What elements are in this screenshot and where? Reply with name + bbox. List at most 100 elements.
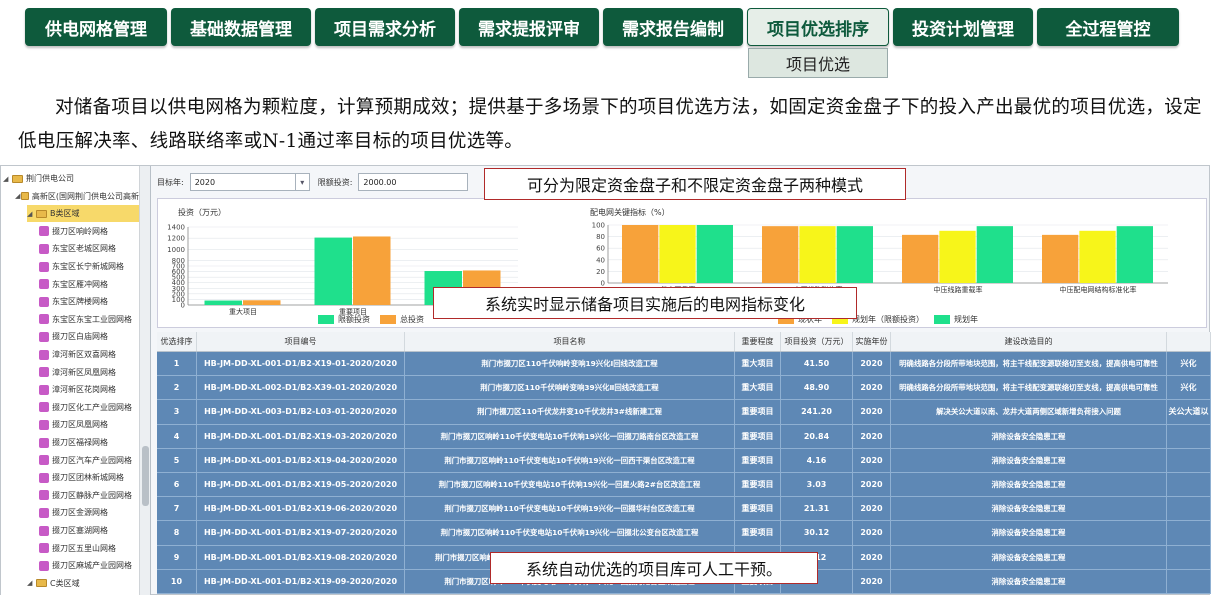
tree-node[interactable]: 掇刀区汽车产业园网格	[39, 452, 139, 469]
tree-node-label: 掇刀区化工产业园网格	[52, 402, 132, 412]
tree-node[interactable]: ◢ B类区域	[27, 205, 139, 223]
table-row[interactable]: 4 HB-JM-DD-XL-001-D1/B2-X19-03-2020/2020 荆…	[157, 424, 1211, 449]
tree-node[interactable]: 掇刀区麻城产业园网格	[39, 557, 139, 574]
tree-node[interactable]: 掇刀区金源网格	[39, 504, 139, 521]
table-cell: 3	[157, 400, 197, 424]
tree-node[interactable]: 漳河新区花岗网格	[39, 381, 139, 398]
bar[interactable]	[939, 230, 976, 283]
grid-icon	[39, 331, 49, 342]
table-row[interactable]: 6 HB-JM-DD-XL-001-D1/B2-X19-05-2020/2020 荆…	[157, 472, 1211, 498]
table-row[interactable]: 2 HB-JM-DD-XL-002-D1/B2-X39-01-2020/2020 荆…	[157, 376, 1211, 401]
table-row[interactable]: 3 HB-JM-DD-XL-003-D1/B2-L03-01-2020/2020 荆…	[157, 400, 1211, 425]
tree-scrollbar-thumb[interactable]	[142, 446, 149, 506]
column-header[interactable]: 项目名称	[405, 332, 735, 351]
tree-node-label: B类区域	[50, 209, 80, 219]
legend-label[interactable]: 规划年	[954, 314, 978, 325]
tree-node[interactable]: 掇刀区静脉产业园网格	[39, 487, 139, 504]
tree-scrollbar[interactable]	[139, 166, 150, 595]
year-select[interactable]: 2020 ▾	[189, 173, 310, 191]
column-header[interactable]: 建设改造目的	[891, 332, 1167, 351]
legend-label[interactable]: 规划年（限额投资）	[852, 314, 924, 325]
bar[interactable]	[799, 226, 836, 283]
tree-node[interactable]: 东宝区牌楼网格	[39, 293, 139, 310]
bar[interactable]	[659, 225, 696, 283]
x-tick-label: 中压线路重载率	[934, 285, 983, 294]
expand-triangle-icon[interactable]: ◢	[27, 210, 36, 218]
table-cell: 2020	[853, 569, 891, 593]
column-header[interactable]: 实施年份	[853, 332, 891, 351]
tree-node[interactable]: 东宝区东宝工业园网格	[39, 311, 139, 328]
tree-node[interactable]: 漳河新区双喜网格	[39, 346, 139, 363]
nav-tab-3[interactable]: 需求提报评审	[459, 8, 599, 46]
grid-icon	[39, 472, 49, 483]
nav-tab-2[interactable]: 项目需求分析	[315, 8, 455, 46]
nav-tab-0[interactable]: 供电网格管理	[25, 8, 167, 46]
year-label: 目标年:	[157, 177, 184, 187]
expand-triangle-icon[interactable]: ◢	[3, 175, 12, 183]
tree-node[interactable]: 掇刀区塞湖网格	[39, 522, 139, 539]
bar[interactable]	[902, 234, 939, 283]
tree-node[interactable]: 掇刀区白庙网格	[39, 328, 139, 345]
legend-label[interactable]: 限额投资	[338, 314, 370, 325]
tree-node[interactable]: ◢ 荆门供电公司	[3, 170, 139, 187]
tree-node[interactable]: 东宝区长宁新城网格	[39, 258, 139, 275]
column-header[interactable]: 项目编号	[197, 332, 405, 351]
table-row[interactable]: 8 HB-JM-DD-XL-001-D1/B2-X19-07-2020/2020 荆…	[157, 521, 1211, 546]
tree-node[interactable]: 掇刀区五里山网格	[39, 540, 139, 557]
table-cell: 消除设备安全隐患工程	[891, 424, 1167, 448]
top-nav: 供电网格管理 基础数据管理 项目需求分析 需求提报评审 需求报告编制 项目优选排序 投资计划…	[25, 8, 1183, 46]
chevron-down-icon[interactable]: ▾	[294, 174, 309, 190]
table-row[interactable]: 1 HB-JM-DD-XL-001-D1/B2-X19-01-2020/2020 荆…	[157, 352, 1211, 377]
year-value: 2020	[194, 177, 216, 187]
column-header[interactable]: 优选排序	[157, 332, 197, 351]
legend-swatch[interactable]	[934, 315, 950, 324]
table-cell: 荆门市掇刀区110千伏响岭变响19兴化Ⅰ回线改造工程	[405, 352, 735, 376]
invest-value: 2000.00	[363, 177, 397, 187]
grid-icon	[39, 261, 49, 272]
nav-tab-1[interactable]: 基础数据管理	[171, 8, 311, 46]
bar[interactable]	[976, 226, 1013, 283]
tree-node[interactable]: 掇刀区福禄网格	[39, 434, 139, 451]
column-header[interactable]: 项目投资（万元）	[781, 332, 853, 351]
expand-triangle-icon[interactable]: ◢	[27, 579, 36, 587]
table-row[interactable]: 7 HB-JM-DD-XL-001-D1/B2-X19-06-2020/2020 荆…	[157, 497, 1211, 522]
bar[interactable]	[1042, 234, 1079, 283]
y-tick-label: 20	[596, 268, 605, 276]
grid-icon	[39, 349, 49, 360]
bar[interactable]	[836, 226, 873, 283]
tree-node[interactable]: 漳河新区凤凰网格	[39, 364, 139, 381]
submenu-item-project-select[interactable]: 项目优选	[748, 48, 888, 78]
tree-node[interactable]: ◢ C类区域	[27, 575, 139, 592]
tree-node[interactable]: 掇刀区化工产业园网格	[39, 399, 139, 416]
nav-tab-7[interactable]: 全过程管控	[1037, 8, 1179, 46]
tree-node[interactable]: 东宝区雁冲网格	[39, 276, 139, 293]
bar[interactable]	[622, 225, 659, 283]
legend-swatch[interactable]	[318, 315, 334, 324]
callout-indicator-change: 系统实时显示储备项目实施后的电网指标变化	[433, 287, 857, 319]
column-header[interactable]	[1167, 332, 1211, 351]
tree-node[interactable]: 掇刀区凤凰网格	[39, 416, 139, 433]
bar[interactable]	[696, 225, 733, 283]
nav-tab-5[interactable]: 项目优选排序	[747, 8, 889, 46]
nav-tab-4[interactable]: 需求报告编制	[603, 8, 743, 46]
tree-node[interactable]: 掇刀区团林新城网格	[39, 469, 139, 486]
bar[interactable]	[1079, 230, 1116, 283]
tree-node[interactable]: ◢ 高新区(国网荆门供电公司高新	[15, 188, 139, 205]
bar[interactable]	[353, 236, 391, 305]
bar[interactable]	[1116, 226, 1153, 283]
folder-icon	[36, 579, 47, 588]
bar[interactable]	[314, 237, 353, 305]
bar[interactable]	[243, 300, 281, 305]
nav-tab-6[interactable]: 投资计划管理	[893, 8, 1033, 46]
invest-input[interactable]: 2000.00	[358, 173, 469, 191]
column-header[interactable]: 重要程度	[735, 332, 781, 351]
table-row[interactable]: 5 HB-JM-DD-XL-001-D1/B2-X19-04-2020/2020 荆…	[157, 448, 1211, 473]
grid-tree: ◢ 荆门供电公司 ◢ 高新区(国网荆门供电公司高新 ◢ B类区域 掇刀区响岭网格 东宝区老城区…	[1, 166, 151, 595]
legend-swatch[interactable]	[380, 315, 396, 324]
bar[interactable]	[204, 300, 243, 305]
bar[interactable]	[762, 226, 799, 283]
tree-node[interactable]: 掇刀区响岭网格	[39, 223, 139, 240]
x-tick-label: 重大项目	[229, 307, 257, 316]
tree-node[interactable]: 东宝区老城区网格	[39, 240, 139, 257]
legend-label[interactable]: 总投资	[400, 314, 424, 325]
